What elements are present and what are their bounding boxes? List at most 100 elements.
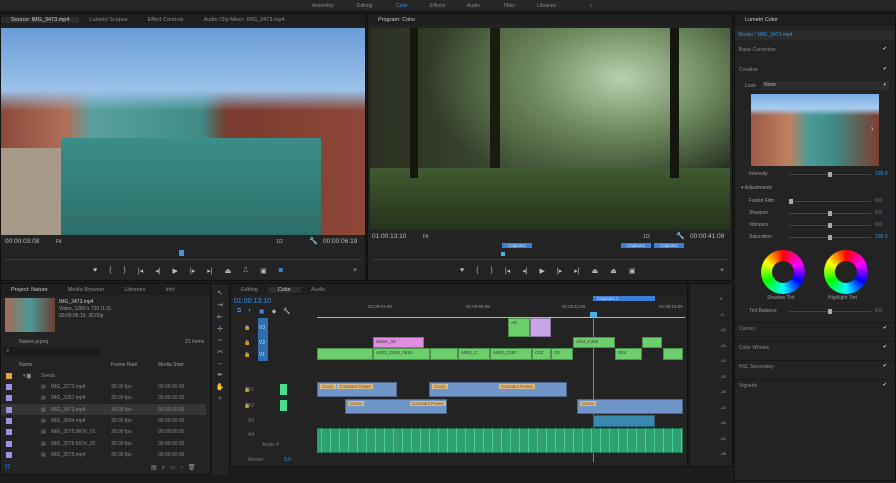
add-button-icon[interactable]: +	[720, 267, 724, 274]
saturation-slider[interactable]	[789, 235, 871, 240]
go-to-in-icon[interactable]: |◂	[505, 267, 510, 275]
video-clip[interactable]: A002_C267	[490, 348, 532, 360]
tab-timeline-editing[interactable]: Editing	[231, 287, 268, 293]
pen-tool-icon[interactable]: ✒	[217, 371, 223, 379]
enable-checkbox[interactable]: ✔	[883, 66, 887, 72]
go-to-out-icon[interactable]: ▸|	[574, 267, 579, 275]
transition-cross-fade[interactable]: Cross	[432, 384, 448, 389]
mark-out-icon[interactable]: }	[491, 267, 493, 275]
source-fit-select[interactable]: Fit	[56, 239, 62, 245]
tab-lumetri-scopes[interactable]: Lumetri Scopes	[79, 17, 137, 23]
transition-constant-power[interactable]: Constant Power	[337, 384, 374, 389]
program-scrub-bar[interactable]	[372, 259, 728, 260]
track-target-v1[interactable]: V1	[258, 349, 268, 361]
tab-media-browser[interactable]: Media Browser	[58, 287, 115, 293]
program-resolution-select[interactable]: 1/2	[643, 234, 650, 240]
audio-clip[interactable]: Cross Constant Power	[429, 382, 567, 397]
enable-checkbox[interactable]: ✔	[883, 344, 887, 350]
column-name[interactable]: Name	[19, 362, 32, 368]
video-clip[interactable]	[663, 348, 683, 360]
add-marker-icon[interactable]: ♥	[460, 267, 464, 275]
wrench-icon[interactable]: 🔧	[676, 232, 685, 240]
tab-program[interactable]: Program: Color	[368, 17, 425, 23]
toggle-proxy-icon[interactable]: ◙	[279, 267, 283, 275]
audio-clip[interactable]: Cross	[577, 399, 683, 414]
caption-marker[interactable]: Captions	[621, 243, 651, 248]
section-color-wheels[interactable]: Color Wheels ✔	[735, 341, 895, 354]
transition-constant-power[interactable]: Constant Power	[410, 401, 446, 406]
workspace-editing[interactable]: Editing	[357, 3, 372, 9]
ripple-edit-tool-icon[interactable]: ⇤	[217, 313, 223, 321]
export-frame-icon[interactable]: ▣	[260, 267, 267, 275]
linked-selection-icon[interactable]: ▣	[259, 308, 265, 315]
step-forward-icon[interactable]: |▸	[557, 267, 562, 275]
workspace-titles[interactable]: Titles	[503, 3, 515, 9]
project-search-input[interactable]: ⌕	[3, 347, 101, 356]
lock-icon[interactable]: 🔒	[244, 352, 250, 358]
source-playhead[interactable]	[179, 250, 184, 256]
lock-icon[interactable]: 🔒	[244, 325, 250, 331]
lumetri-clip-select[interactable]: Master * IMG_3473.mp4	[738, 32, 792, 38]
enable-checkbox[interactable]: ✔	[883, 363, 887, 369]
project-list-item[interactable]: ▤ IMG_3504.mp4 30.00 fps 00:00:00:00	[1, 415, 206, 426]
audio-clip-a4[interactable]	[317, 428, 683, 453]
enable-checkbox[interactable]: ✔	[883, 325, 887, 331]
timeline-caption-marker[interactable]: Captions 1	[593, 296, 655, 301]
section-curves[interactable]: Curves ✔	[735, 322, 895, 335]
transition-cross-fade[interactable]: Cross	[320, 384, 336, 389]
work-area-bar[interactable]	[317, 317, 685, 318]
vibrance-slider[interactable]	[789, 223, 871, 228]
playhead-handle[interactable]	[590, 312, 597, 317]
track-target-v3[interactable]: V3	[258, 318, 268, 337]
caption-marker[interactable]: Captions	[502, 243, 532, 248]
section-basic-correction[interactable]: Basic Correction ✔	[735, 44, 895, 57]
video-clip[interactable]: A003_C028_0610	[373, 348, 430, 360]
master-volume[interactable]: 0.0	[284, 457, 291, 463]
column-frame-rate[interactable]: Frame Rate	[111, 362, 137, 368]
source-scrub-bar[interactable]	[5, 259, 361, 260]
enable-checkbox[interactable]: ✔	[883, 382, 887, 388]
step-forward-icon[interactable]: |▸	[190, 267, 195, 275]
workspace-libraries[interactable]: Libraries	[537, 3, 556, 9]
video-clip[interactable]: A001_C	[458, 348, 490, 360]
video-clip[interactable]: A0	[508, 318, 530, 337]
folder-row[interactable]: ▾ ▆ Seeds	[1, 370, 206, 381]
mark-out-icon[interactable]: }	[124, 267, 126, 275]
column-media-start[interactable]: Media Start	[158, 362, 184, 368]
nest-icon[interactable]: ⧉	[237, 308, 241, 315]
track-target-v2[interactable]: V2	[258, 337, 268, 349]
tab-effect-controls[interactable]: Effect Controls	[138, 17, 194, 23]
step-back-icon[interactable]: ◂|	[522, 267, 527, 275]
project-list-item[interactable]: ▤ IMG_3575.MOV_02 30.00 fps 00:00:00:00	[1, 438, 206, 449]
saturation-value[interactable]: 100.0	[875, 234, 888, 240]
workspace-effects[interactable]: Effects	[430, 3, 445, 9]
program-timecode[interactable]: 01:00:13:10	[372, 233, 406, 240]
transition-cross-fade[interactable]: Cross	[348, 401, 364, 406]
video-clip[interactable]	[642, 337, 662, 348]
add-button-icon[interactable]: +	[353, 267, 357, 274]
more-workspaces-icon[interactable]: »	[590, 3, 593, 9]
faded-film-value[interactable]: 0.0	[875, 198, 882, 204]
program-playhead[interactable]	[501, 252, 505, 256]
go-to-out-icon[interactable]: ▸|	[207, 267, 212, 275]
section-creative[interactable]: Creative ✔	[735, 64, 895, 77]
razor-tool-icon[interactable]: ✂	[217, 348, 223, 356]
video-clip[interactable]	[530, 318, 551, 337]
add-marker-icon[interactable]: ◆	[272, 308, 277, 315]
tab-timeline-audio[interactable]: Audio	[301, 287, 335, 293]
mute-button[interactable]	[280, 400, 287, 411]
audio-clip[interactable]: Cross Constant Power	[317, 382, 397, 397]
go-to-in-icon[interactable]: |◂	[138, 267, 143, 275]
add-marker-icon[interactable]: ♥	[93, 267, 97, 275]
vibrance-value[interactable]: 0.0	[875, 222, 882, 228]
tab-audio-clip-mixer[interactable]: Audio Clip Mixer: IMG_3473.mp4	[194, 17, 295, 23]
project-toolbar[interactable]: ▤⌕▭▫🗑	[151, 464, 200, 472]
workspace-audio[interactable]: Audio	[467, 3, 480, 9]
faded-film-slider[interactable]	[789, 199, 871, 204]
adjustments-header[interactable]: ▾ Adjustments	[741, 185, 772, 191]
caption-marker[interactable]: Captions	[654, 243, 684, 248]
export-frame-icon[interactable]: ▣	[629, 267, 636, 275]
transition-constant-power[interactable]: Constant Power	[499, 384, 536, 389]
tab-lumetri-color[interactable]: Lumetri Color	[735, 17, 788, 23]
tint-balance-slider[interactable]	[789, 309, 871, 314]
